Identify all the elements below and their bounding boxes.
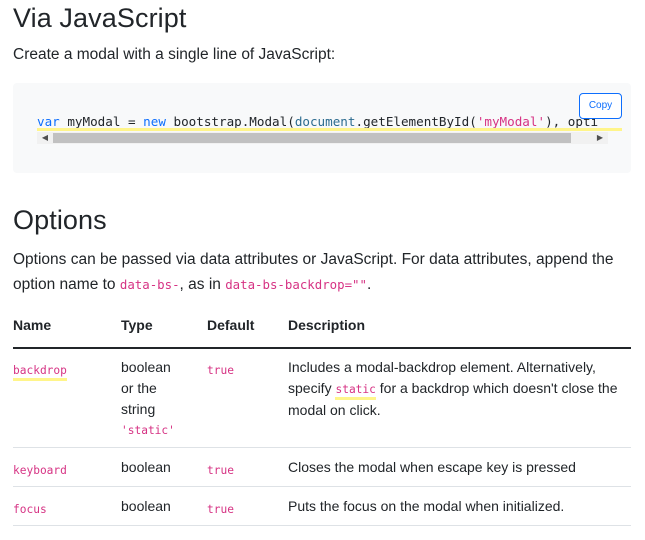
options-description-text: , as in (179, 276, 226, 293)
table-row: keyboard boolean true Closes the modal w… (13, 447, 631, 486)
options-description: Options can be passed via data attribute… (13, 247, 628, 297)
section-description: Create a modal with a single line of Jav… (13, 46, 336, 63)
option-name: focus (13, 502, 47, 516)
column-header-name: Name (13, 317, 52, 333)
code-block: var myModal = new bootstrap.Modal(docume… (13, 83, 631, 173)
option-name-cell: focus (13, 486, 121, 525)
option-type-line: boolean (121, 359, 171, 375)
option-default: true (207, 463, 234, 477)
code-token: .getElementById( (355, 114, 477, 129)
horizontal-scrollbar[interactable]: ◀ ▶ (37, 132, 608, 144)
option-name: keyboard (13, 463, 67, 477)
table-row: focus boolean true Puts the focus on the… (13, 486, 631, 525)
scroll-left-icon[interactable]: ◀ (37, 132, 53, 144)
option-type-line: or the (121, 380, 157, 396)
option-type: boolean (121, 458, 171, 475)
code-token: new (143, 114, 166, 129)
code-line: var myModal = new bootstrap.Modal(docume… (37, 114, 598, 129)
code-token: 'myModal' (476, 114, 546, 129)
option-description: Puts the focus on the modal when initial… (288, 497, 565, 514)
inline-code-data-bs-backdrop: data-bs-backdrop="" (225, 277, 367, 292)
scroll-right-icon[interactable]: ▶ (592, 132, 608, 144)
option-type-cell: boolean or the string 'static' (121, 348, 207, 447)
code-token: document (294, 114, 356, 129)
option-default-cell: true (207, 348, 288, 447)
options-description-text: . (366, 276, 372, 293)
option-default-cell: true (207, 486, 288, 525)
scrollbar-thumb[interactable] (53, 133, 571, 143)
inline-code-static: static (335, 383, 376, 400)
column-header-default: Default (207, 317, 255, 333)
section-heading-via-javascript: Via JavaScript (13, 3, 187, 33)
option-name-cell: keyboard (13, 447, 121, 486)
options-table: Name Type Default Description backdrop b… (13, 311, 631, 526)
option-name-cell: backdrop (13, 348, 121, 447)
code-token: var (37, 114, 60, 129)
inline-code-data-bs: data-bs- (119, 277, 180, 292)
option-description: Includes a modal-backdrop element. Alter… (288, 348, 631, 447)
copy-button[interactable]: Copy (579, 93, 622, 119)
option-type-code: 'static' (121, 424, 175, 437)
option-default: true (207, 502, 234, 516)
table-header-row: Name Type Default Description (13, 311, 631, 348)
section-heading-options: Options (13, 205, 107, 235)
column-header-type: Type (121, 317, 153, 333)
option-type: boolean (121, 497, 171, 514)
code-token: bootstrap.Modal( (165, 114, 295, 129)
code-token: myModal = (59, 114, 144, 129)
option-default-cell: true (207, 447, 288, 486)
code-highlight (37, 128, 622, 131)
table-row: backdrop boolean or the string 'static' … (13, 348, 631, 447)
option-default: true (207, 364, 234, 377)
option-description: Closes the modal when escape key is pres… (288, 458, 576, 475)
option-name: backdrop (13, 364, 67, 381)
column-header-description: Description (288, 317, 366, 333)
option-type-line: string (121, 401, 156, 417)
